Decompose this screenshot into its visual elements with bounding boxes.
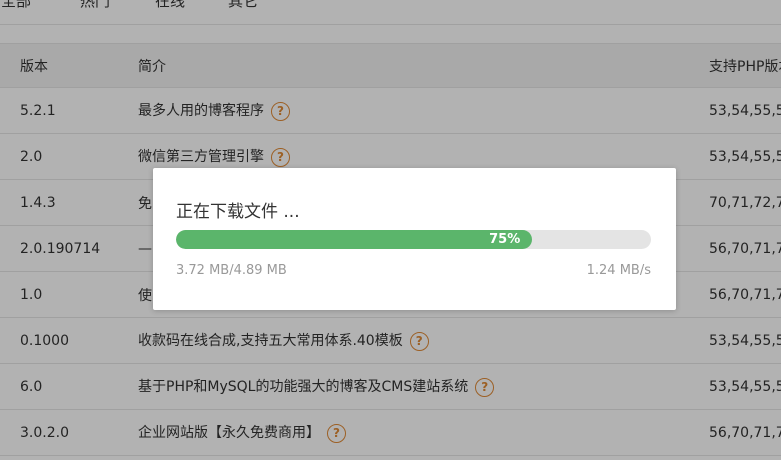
dialog-title: 正在下载文件 ... xyxy=(176,202,300,222)
progress-percent: 75% xyxy=(489,232,521,247)
download-progress-bar: 75% xyxy=(176,230,651,249)
download-progress-dialog: 正在下载文件 ... 75% 3.72 MB/4.89 MB 1.24 MB/s xyxy=(153,168,676,310)
download-speed: 1.24 MB/s xyxy=(586,263,651,278)
progress-fill: 75% xyxy=(176,230,533,249)
downloaded-size: 3.72 MB/4.89 MB xyxy=(176,263,287,278)
